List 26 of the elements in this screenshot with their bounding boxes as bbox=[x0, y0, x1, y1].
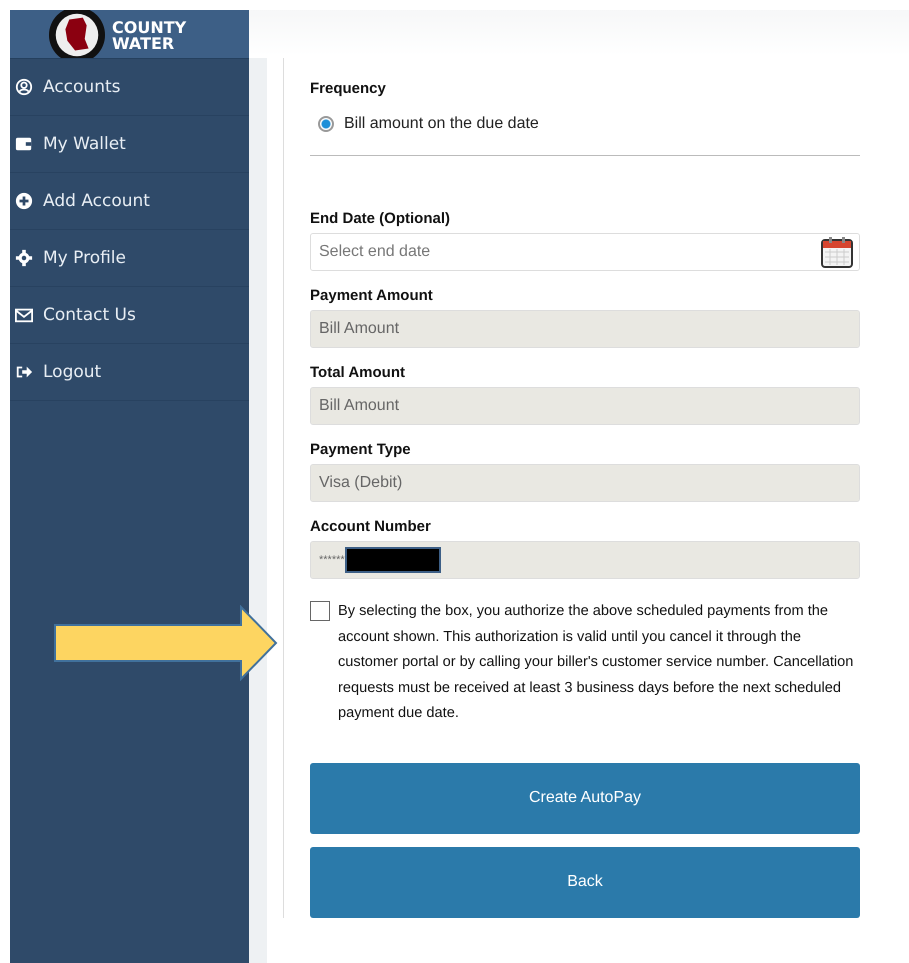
action-button[interactable]: Back bbox=[310, 846, 860, 918]
settings-icon bbox=[15, 249, 33, 267]
action-button[interactable]: Create AutoPay bbox=[310, 762, 860, 834]
county-seal-icon bbox=[48, 10, 106, 58]
readonly-field: ****** bbox=[310, 541, 860, 579]
calendar-icon[interactable] bbox=[820, 235, 854, 269]
field-label: Payment Amount bbox=[310, 287, 434, 304]
radio-button[interactable] bbox=[318, 116, 334, 132]
field-label: Account Number bbox=[310, 518, 432, 535]
wallet-icon bbox=[15, 135, 33, 153]
consent-text: By selecting the box, you authorize the above scheduled payments from the account shown. This authorization is valid until you cancel it through the customer portal or by calling your biller's customer service number. Cancellation requests must be received at least 3 business days before the next scheduled payment due date. bbox=[338, 602, 854, 723]
field-label: Total Amount bbox=[310, 364, 406, 381]
readonly-field: Bill Amount bbox=[310, 387, 860, 425]
checkbox[interactable] bbox=[310, 601, 330, 621]
readonly-field: Visa (Debit) bbox=[310, 464, 860, 502]
field-label: Frequency bbox=[310, 80, 387, 97]
logo-text: WATER bbox=[112, 36, 176, 52]
logo-text: COUNTY bbox=[112, 20, 186, 36]
field-label: Payment Type bbox=[310, 441, 412, 458]
readonly-field: Bill Amount bbox=[310, 310, 860, 348]
user-circle-icon bbox=[15, 78, 33, 96]
envelope-icon bbox=[15, 306, 33, 324]
radio-label: Bill amount on the due date bbox=[344, 115, 539, 133]
field-label: End Date (Optional) bbox=[310, 210, 451, 227]
plus-circle-icon bbox=[15, 192, 33, 210]
date-field[interactable]: Select end date bbox=[310, 233, 860, 271]
